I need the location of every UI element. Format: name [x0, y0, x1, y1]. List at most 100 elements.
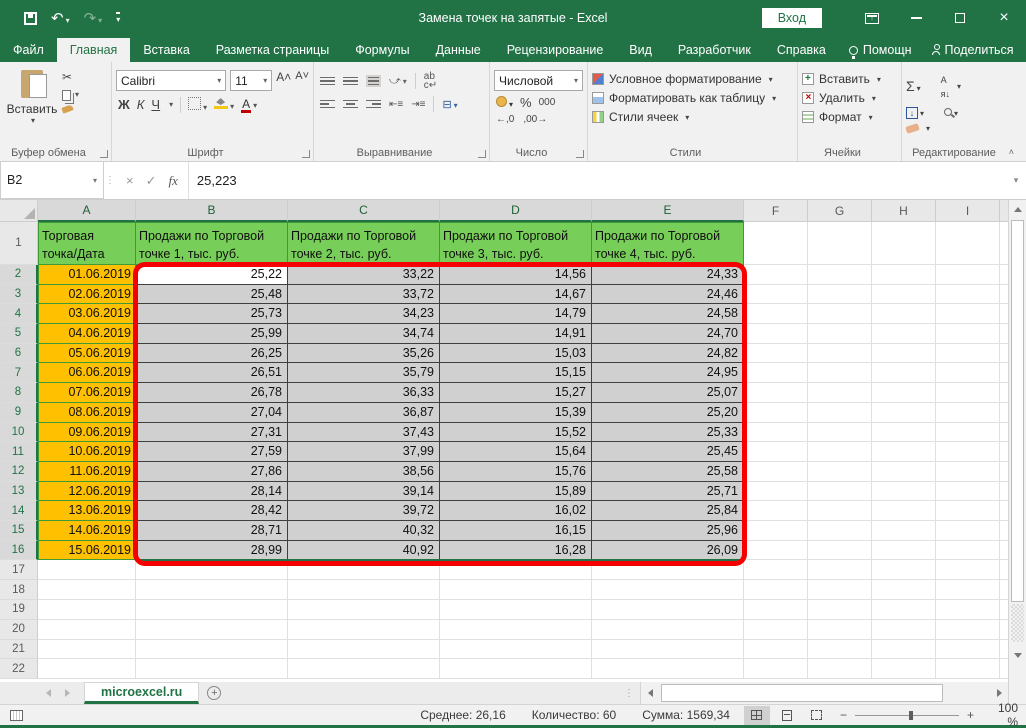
- delete-cells-button[interactable]: Удалить▾: [802, 91, 881, 105]
- cell-empty[interactable]: [744, 462, 808, 482]
- share-button[interactable]: Поделиться: [922, 38, 1024, 62]
- cell-value[interactable]: 25,20: [592, 403, 744, 423]
- cancel-entry-icon[interactable]: ×: [126, 173, 134, 188]
- cell-value[interactable]: 25,07: [592, 383, 744, 403]
- zoom-level[interactable]: 100 %: [984, 701, 1026, 728]
- format-as-table-button[interactable]: Форматировать как таблицу▾: [592, 91, 776, 105]
- cell-empty[interactable]: [872, 462, 936, 482]
- horizontal-scrollbar-track[interactable]: [659, 682, 990, 704]
- cell-value[interactable]: 37,99: [288, 442, 440, 462]
- align-top-icon[interactable]: [320, 77, 335, 86]
- cell-value[interactable]: 38,56: [288, 462, 440, 482]
- insert-function-button[interactable]: fx: [169, 173, 178, 189]
- cut-button[interactable]: ✂: [62, 70, 79, 84]
- copy-button[interactable]: ▾: [62, 88, 79, 102]
- row-header-18[interactable]: 18: [0, 580, 38, 600]
- name-box[interactable]: B2▾: [0, 162, 104, 199]
- column-header-B[interactable]: B: [136, 200, 288, 222]
- cell-date[interactable]: 14.06.2019: [38, 521, 136, 541]
- row-header-22[interactable]: 22: [0, 659, 38, 679]
- row-header-5[interactable]: 5: [0, 324, 38, 344]
- cell-e1[interactable]: Продажи по Торговой точке 4, тыс. руб.: [592, 222, 744, 265]
- cell-empty[interactable]: [936, 501, 1000, 521]
- cell-empty[interactable]: [744, 521, 808, 541]
- tab-6[interactable]: Рецензирование: [494, 38, 617, 62]
- cell-date[interactable]: 06.06.2019: [38, 363, 136, 383]
- cell-value[interactable]: 25,99: [136, 324, 288, 344]
- tab-assistant[interactable]: Помощн: [839, 38, 922, 62]
- cell-value[interactable]: 15,89: [440, 482, 592, 502]
- cell-value[interactable]: 16,15: [440, 521, 592, 541]
- row-header-7[interactable]: 7: [0, 363, 38, 383]
- select-all-corner[interactable]: [0, 200, 38, 222]
- cell-empty[interactable]: [808, 501, 872, 521]
- column-header-F[interactable]: F: [744, 200, 808, 222]
- format-painter-button[interactable]: [62, 106, 79, 112]
- column-header-G[interactable]: G: [808, 200, 872, 222]
- cell-value[interactable]: 15,03: [440, 344, 592, 364]
- cell-value[interactable]: 25,71: [592, 482, 744, 502]
- cell-empty[interactable]: [744, 222, 808, 265]
- row-header-11[interactable]: 11: [0, 442, 38, 462]
- cell-empty[interactable]: [440, 560, 592, 580]
- cell-empty[interactable]: [744, 324, 808, 344]
- save-icon[interactable]: [24, 12, 37, 25]
- cell-empty[interactable]: [288, 580, 440, 600]
- cell-value[interactable]: 25,33: [592, 423, 744, 443]
- cell-value[interactable]: 26,25: [136, 344, 288, 364]
- cell-empty[interactable]: [744, 344, 808, 364]
- cell-value[interactable]: 27,31: [136, 423, 288, 443]
- cell-styles-button[interactable]: Стили ячеек▾: [592, 110, 776, 124]
- cell-empty[interactable]: [808, 363, 872, 383]
- cell-empty[interactable]: [808, 222, 872, 265]
- dialog-launcher-icon[interactable]: [302, 150, 310, 158]
- cell-empty[interactable]: [744, 363, 808, 383]
- underline-button[interactable]: Ч: [151, 97, 160, 112]
- tab-1[interactable]: Главная: [57, 38, 131, 62]
- cell-empty[interactable]: [744, 620, 808, 640]
- cell-value[interactable]: 40,32: [288, 521, 440, 541]
- format-cells-button[interactable]: Формат▾: [802, 110, 881, 124]
- cell-c1[interactable]: Продажи по Торговой точке 2, тыс. руб.: [288, 222, 440, 265]
- collapse-ribbon-icon[interactable]: ˄: [1009, 147, 1014, 157]
- cell-empty[interactable]: [38, 640, 136, 660]
- row-header-17[interactable]: 17: [0, 560, 38, 580]
- tab-2[interactable]: Вставка: [130, 38, 202, 62]
- cell-a1[interactable]: Торговая точка/Дата: [38, 222, 136, 265]
- merge-center-button[interactable]: ⊟▾: [442, 98, 457, 111]
- close-button[interactable]: ×: [982, 0, 1026, 36]
- wrap-text-button[interactable]: abc↵: [424, 72, 437, 90]
- increase-indent-icon[interactable]: ⇥≡: [411, 99, 425, 110]
- row-header-9[interactable]: 9: [0, 403, 38, 423]
- cell-empty[interactable]: [592, 580, 744, 600]
- formula-input[interactable]: 25,223: [189, 162, 1006, 199]
- horizontal-scrollbar-thumb[interactable]: [661, 684, 943, 702]
- page-layout-view-button[interactable]: [774, 706, 800, 725]
- cell-empty[interactable]: [936, 560, 1000, 580]
- cell-empty[interactable]: [288, 640, 440, 660]
- cell-empty[interactable]: [872, 442, 936, 462]
- cell-value[interactable]: 15,39: [440, 403, 592, 423]
- row-header-2[interactable]: 2: [0, 265, 38, 285]
- font-size-combobox[interactable]: 11▾: [230, 70, 272, 91]
- cell-date[interactable]: 04.06.2019: [38, 324, 136, 344]
- zoom-slider[interactable]: [855, 715, 959, 716]
- cell-value[interactable]: 16,02: [440, 501, 592, 521]
- row-header-20[interactable]: 20: [0, 620, 38, 640]
- accounting-format-button[interactable]: ▾: [496, 95, 513, 110]
- cell-empty[interactable]: [808, 560, 872, 580]
- row-header-21[interactable]: 21: [0, 640, 38, 660]
- scrollbar-track[interactable]: [1011, 604, 1024, 642]
- cell-empty[interactable]: [936, 659, 1000, 679]
- cell-empty[interactable]: [808, 541, 872, 561]
- cell-value[interactable]: 15,64: [440, 442, 592, 462]
- row-header-14[interactable]: 14: [0, 501, 38, 521]
- cell-empty[interactable]: [808, 324, 872, 344]
- macro-record-icon[interactable]: [10, 710, 23, 721]
- cell-empty[interactable]: [808, 285, 872, 305]
- cell-empty[interactable]: [808, 482, 872, 502]
- minimize-button[interactable]: [894, 0, 938, 36]
- cell-empty[interactable]: [744, 403, 808, 423]
- cell-date[interactable]: 10.06.2019: [38, 442, 136, 462]
- cell-empty[interactable]: [136, 600, 288, 620]
